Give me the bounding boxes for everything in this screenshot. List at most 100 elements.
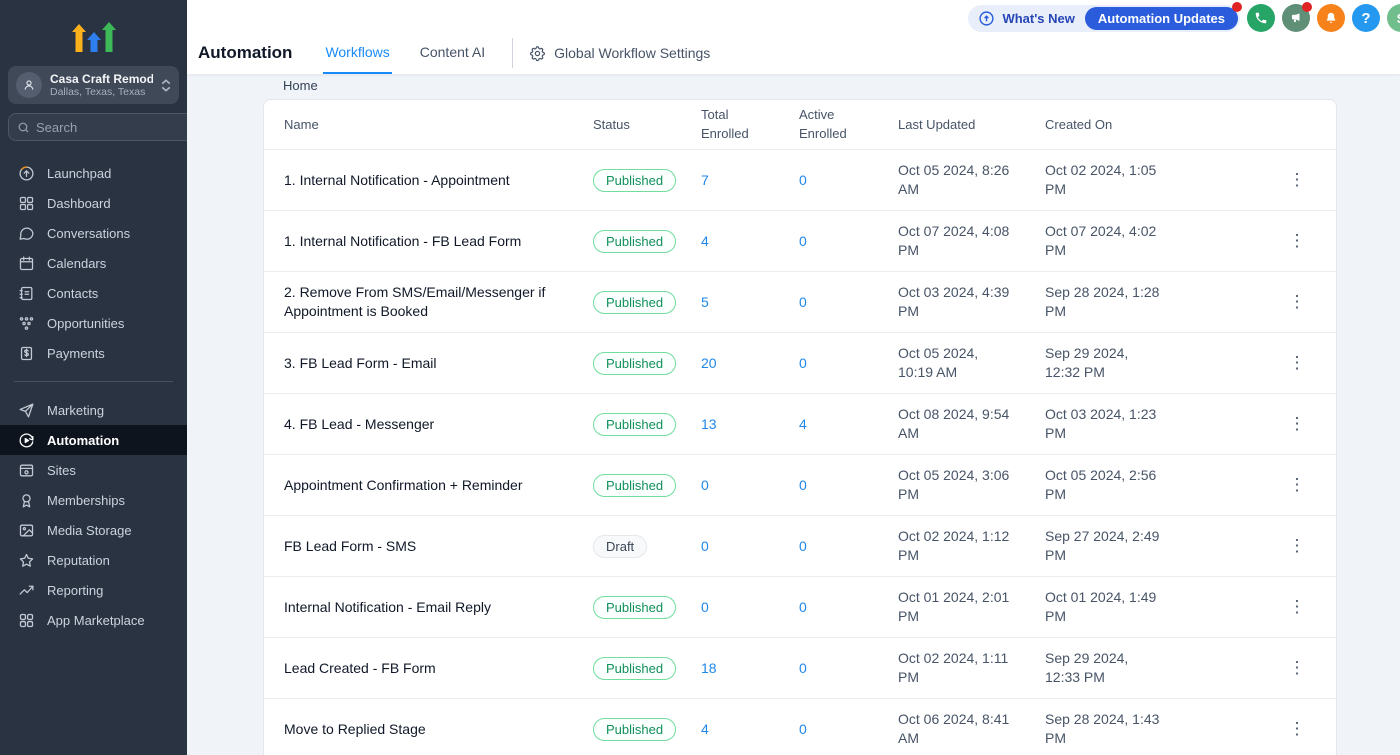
table-row[interactable]: 1. Internal Notification - AppointmentPu… <box>264 150 1336 211</box>
total-enrolled-link[interactable]: 7 <box>701 172 709 188</box>
active-enrolled-link[interactable]: 0 <box>799 477 807 493</box>
workflow-name-link[interactable]: 3. FB Lead Form - Email <box>284 354 437 373</box>
phone-icon <box>1254 11 1268 25</box>
total-enrolled-link[interactable]: 0 <box>701 477 709 493</box>
sidebar-item-launchpad[interactable]: Launchpad <box>0 158 187 188</box>
notifications-button[interactable] <box>1317 4 1345 32</box>
active-enrolled-link[interactable]: 0 <box>799 599 807 615</box>
reporting-icon <box>18 582 35 599</box>
total-enrolled-link[interactable]: 5 <box>701 294 709 310</box>
created-on-value: Oct 05 2024, 2:56 PM <box>1045 466 1162 504</box>
account-switcher[interactable]: Casa Craft Remodeli... Dallas, Texas, Te… <box>8 66 179 104</box>
sidebar-item-app-marketplace[interactable]: App Marketplace <box>0 605 187 635</box>
global-workflow-settings-label: Global Workflow Settings <box>554 45 710 61</box>
help-button[interactable]: ? <box>1352 4 1380 32</box>
automation-updates-button[interactable]: Automation Updates <box>1085 7 1238 30</box>
table-row[interactable]: FB Lead Form - SMSDraft00Oct 02 2024, 1:… <box>264 516 1336 577</box>
global-workflow-settings-button[interactable]: Global Workflow Settings <box>525 45 714 62</box>
status-badge: Published <box>593 596 676 619</box>
row-menu-button[interactable]: ⋮ <box>1283 656 1312 680</box>
sidebar-item-payments[interactable]: Payments <box>0 338 187 368</box>
workflow-name-link[interactable]: Move to Replied Stage <box>284 720 426 739</box>
table-row[interactable]: 2. Remove From SMS/Email/Messenger if Ap… <box>264 272 1336 333</box>
active-enrolled-link[interactable]: 0 <box>799 355 807 371</box>
active-enrolled-link[interactable]: 0 <box>799 721 807 737</box>
total-enrolled-link[interactable]: 4 <box>701 721 709 737</box>
breadcrumb-home[interactable]: Home <box>283 78 318 93</box>
workflow-name-link[interactable]: Appointment Confirmation + Reminder <box>284 476 523 495</box>
sidebar-item-label: Media Storage <box>47 523 132 538</box>
sidebar-item-calendars[interactable]: Calendars <box>0 248 187 278</box>
search-input[interactable] <box>36 120 212 135</box>
workflow-name-link[interactable]: 1. Internal Notification - Appointment <box>284 171 510 190</box>
total-enrolled-link[interactable]: 0 <box>701 599 709 615</box>
row-menu-button[interactable]: ⋮ <box>1283 717 1312 741</box>
sidebar-item-memberships[interactable]: Memberships <box>0 485 187 515</box>
sidebar-item-automation[interactable]: Automation <box>0 425 187 455</box>
sidebar-item-sites[interactable]: Sites <box>0 455 187 485</box>
table-row[interactable]: 4. FB Lead - MessengerPublished134Oct 08… <box>264 394 1336 455</box>
total-enrolled-cell: 0 <box>701 477 799 493</box>
workflow-name-link[interactable]: 1. Internal Notification - FB Lead Form <box>284 232 521 251</box>
row-menu-button[interactable]: ⋮ <box>1283 412 1312 436</box>
active-enrolled-link[interactable]: 0 <box>799 660 807 676</box>
total-enrolled-link[interactable]: 13 <box>701 416 717 432</box>
bell-icon <box>1324 11 1338 25</box>
sidebar-item-marketing[interactable]: Marketing <box>0 395 187 425</box>
workflow-name-link[interactable]: FB Lead Form - SMS <box>284 537 416 556</box>
table-row[interactable]: Internal Notification - Email Reply Publi… <box>264 577 1336 638</box>
row-menu-button[interactable]: ⋮ <box>1283 473 1312 497</box>
last-updated-value: Oct 06 2024, 8:41 AM <box>898 710 1015 748</box>
table-row[interactable]: 1. Internal Notification - FB Lead Form P… <box>264 211 1336 272</box>
top-header: Automation Workflows Content AI Global W… <box>187 0 1400 75</box>
whats-new-group[interactable]: What's New Automation Updates <box>968 5 1240 32</box>
row-menu-button[interactable]: ⋮ <box>1283 229 1312 253</box>
workflow-name-link[interactable]: Lead Created - FB Form <box>284 659 436 678</box>
user-avatar[interactable]: S <box>1387 4 1400 32</box>
row-menu-button[interactable]: ⋮ <box>1283 595 1312 619</box>
row-menu-button[interactable]: ⋮ <box>1283 168 1312 192</box>
table-header-row: Name Status Total Enrolled Active Enroll… <box>264 100 1336 150</box>
row-menu-button[interactable]: ⋮ <box>1283 534 1312 558</box>
workflow-name-link[interactable]: 4. FB Lead - Messenger <box>284 415 434 434</box>
created-on-cell: Sep 29 2024, 12:33 PM <box>1045 649 1258 687</box>
active-enrolled-link[interactable]: 0 <box>799 172 807 188</box>
table-row[interactable]: 3. FB Lead Form - EmailPublished200Oct 0… <box>264 333 1336 394</box>
total-enrolled-link[interactable]: 18 <box>701 660 717 676</box>
sidebar-item-reporting[interactable]: Reporting <box>0 575 187 605</box>
marketing-icon <box>18 402 35 419</box>
active-enrolled-link[interactable]: 4 <box>799 416 807 432</box>
total-enrolled-link[interactable]: 4 <box>701 233 709 249</box>
column-header-name: Name <box>264 117 593 132</box>
total-enrolled-link[interactable]: 20 <box>701 355 717 371</box>
table-row[interactable]: Lead Created - FB FormPublished180Oct 02… <box>264 638 1336 699</box>
row-menu-button[interactable]: ⋮ <box>1283 351 1312 375</box>
table-row[interactable]: Appointment Confirmation + ReminderPubli… <box>264 455 1336 516</box>
sidebar-item-conversations[interactable]: Conversations <box>0 218 187 248</box>
workflow-status-cell: Published <box>593 230 701 253</box>
last-updated-cell: Oct 02 2024, 1:12 PM <box>898 527 1045 565</box>
last-updated-cell: Oct 03 2024, 4:39 PM <box>898 283 1045 321</box>
table-row[interactable]: Move to Replied StagePublished40Oct 06 2… <box>264 699 1336 755</box>
active-enrolled-link[interactable]: 0 <box>799 294 807 310</box>
active-enrolled-link[interactable]: 0 <box>799 538 807 554</box>
sidebar-item-opportunities[interactable]: Opportunities <box>0 308 187 338</box>
sidebar-item-reputation[interactable]: Reputation <box>0 545 187 575</box>
tab-content-ai[interactable]: Content AI <box>418 32 487 74</box>
payments-icon <box>18 345 35 362</box>
sidebar-item-dashboard[interactable]: Dashboard <box>0 188 187 218</box>
announcements-button[interactable] <box>1282 4 1310 32</box>
total-enrolled-cell: 5 <box>701 294 799 310</box>
active-enrolled-link[interactable]: 0 <box>799 233 807 249</box>
highlevel-logo-icon <box>65 10 123 56</box>
total-enrolled-cell: 0 <box>701 599 799 615</box>
sidebar-item-media-storage[interactable]: Media Storage <box>0 515 187 545</box>
workflow-name-link[interactable]: Internal Notification - Email Reply <box>284 598 491 617</box>
row-menu-button[interactable]: ⋮ <box>1283 290 1312 314</box>
workflow-name-link[interactable]: 2. Remove From SMS/Email/Messenger if Ap… <box>284 283 569 321</box>
sidebar-item-contacts[interactable]: Contacts <box>0 278 187 308</box>
phone-button[interactable] <box>1247 4 1275 32</box>
status-badge: Published <box>593 352 676 375</box>
tab-workflows[interactable]: Workflows <box>323 32 391 74</box>
total-enrolled-link[interactable]: 0 <box>701 538 709 554</box>
